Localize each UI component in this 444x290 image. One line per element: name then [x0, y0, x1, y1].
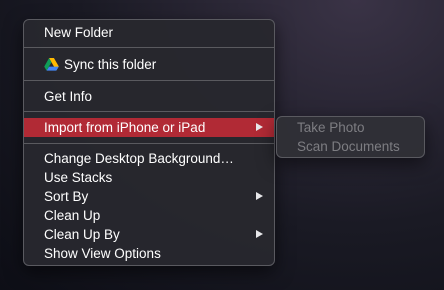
- submenu-item-label: Take Photo: [297, 120, 365, 135]
- submenu-item-scan-documents: Scan Documents: [297, 137, 400, 156]
- menu-item-label: Change Desktop Background…: [44, 151, 234, 166]
- submenu-item-label: Scan Documents: [297, 139, 400, 154]
- import-submenu: Take Photo Scan Documents: [276, 116, 425, 158]
- menu-item-label: Sync this folder: [64, 57, 157, 72]
- menu-item-change-desktop-background[interactable]: Change Desktop Background…: [24, 149, 274, 168]
- menu-item-clean-up[interactable]: Clean Up: [24, 206, 274, 225]
- menu-separator: [24, 47, 274, 48]
- menu-item-clean-up-by[interactable]: Clean Up By: [24, 225, 274, 244]
- menu-item-get-info[interactable]: Get Info: [24, 87, 274, 106]
- menu-item-label: Clean Up By: [44, 227, 120, 242]
- menu-item-label: New Folder: [44, 25, 114, 40]
- google-drive-icon: [44, 57, 59, 71]
- menu-item-import-from-iphone[interactable]: Import from iPhone or iPad: [24, 118, 274, 137]
- menu-item-label: Show View Options: [44, 246, 161, 261]
- menu-item-label: Sort By: [44, 189, 89, 204]
- chevron-right-icon: [256, 230, 263, 238]
- chevron-right-icon: [256, 123, 263, 131]
- menu-item-label: Use Stacks: [44, 170, 113, 185]
- menu-item-new-folder[interactable]: New Folder: [24, 23, 274, 42]
- menu-separator: [24, 80, 274, 81]
- menu-item-show-view-options[interactable]: Show View Options: [24, 244, 274, 263]
- menu-item-label: Get Info: [44, 89, 93, 104]
- menu-item-use-stacks[interactable]: Use Stacks: [24, 168, 274, 187]
- desktop-context-menu: New Folder Sync this folder Get Info Imp…: [23, 19, 275, 266]
- chevron-right-icon: [256, 192, 263, 200]
- menu-item-sync-folder[interactable]: Sync this folder: [24, 55, 274, 74]
- menu-separator: [24, 143, 274, 144]
- menu-item-sort-by[interactable]: Sort By: [24, 187, 274, 206]
- submenu-item-take-photo: Take Photo: [297, 118, 365, 137]
- menu-separator: [24, 111, 274, 112]
- menu-item-label: Clean Up: [44, 208, 101, 223]
- menu-item-label: Import from iPhone or iPad: [44, 120, 206, 135]
